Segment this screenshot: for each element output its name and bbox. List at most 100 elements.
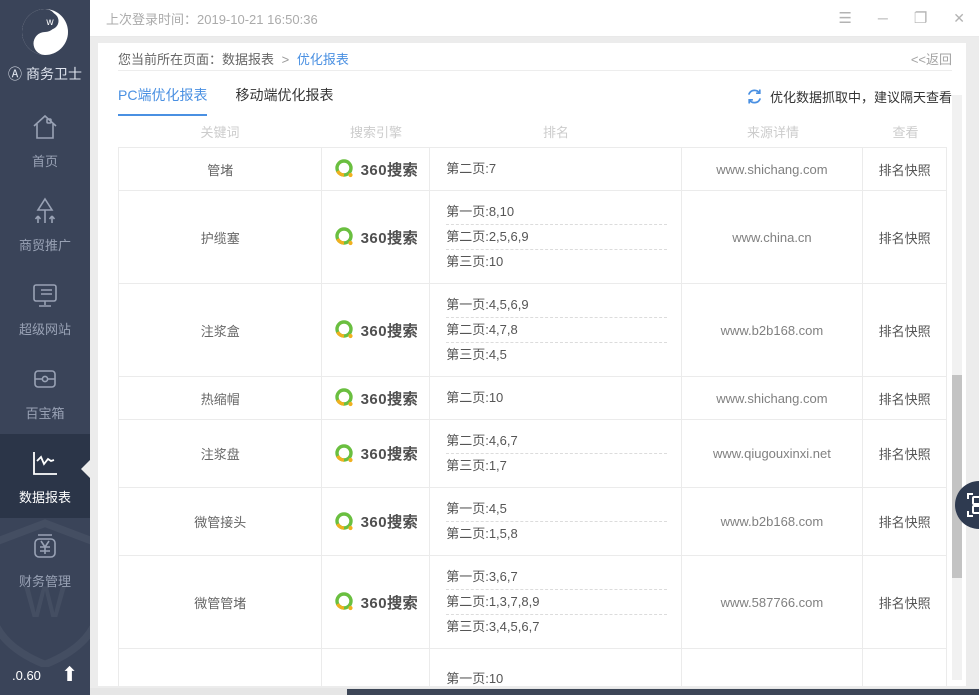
rank-cell: 第一页:4,5第二页:1,5,8 — [430, 488, 681, 555]
source-cell — [682, 649, 864, 686]
engine-name: 360搜索 — [361, 511, 419, 532]
source-link[interactable]: www.b2b168.com — [721, 323, 824, 338]
view-cell: 排名快照 — [863, 420, 946, 487]
table-row: 护缆塞 360搜索 第一页:8,10第二页:2,5,6,9第三页:10 www.… — [118, 191, 947, 284]
keyword-cell: 护缆塞 — [119, 191, 322, 283]
rank-snapshot-link[interactable]: 排名快照 — [879, 160, 931, 179]
back-link[interactable]: <<返回 — [911, 49, 952, 68]
sidebar-item-data-report[interactable]: 数据报表 — [0, 434, 90, 518]
rank-cell: 第二页:7 — [430, 148, 681, 190]
rank-snapshot-link[interactable]: 排名快照 — [879, 321, 931, 340]
view-cell: 排名快照 — [863, 377, 946, 419]
header-keyword: 关键词 — [118, 122, 322, 141]
source-link[interactable]: www.qiugouxinxi.net — [713, 446, 831, 461]
source-link[interactable]: www.shichang.com — [716, 162, 827, 177]
table-row: 注浆盘 360搜索 第二页:4,6,7第三页:1,7 www.qiugouxin… — [118, 420, 947, 488]
toolbox-icon — [30, 364, 60, 394]
rank-line: 第一页:4,5,6,9 — [446, 293, 666, 318]
table-header-row: 关键词 搜索引擎 排名 来源详情 查看 — [118, 115, 947, 147]
source-link[interactable]: www.587766.com — [721, 595, 824, 610]
rank-cell: 第一页:8,10第二页:2,5,6,9第三页:10 — [430, 191, 681, 283]
rank-cell: 第二页:4,6,7第三页:1,7 — [430, 420, 681, 487]
brand-badge-icon: Ⓐ — [8, 64, 22, 84]
header-view: 查看 — [864, 122, 947, 141]
horizontal-scrollbar-thumb[interactable] — [347, 689, 979, 695]
source-link[interactable]: www.china.cn — [732, 230, 811, 245]
vertical-scrollbar-thumb[interactable] — [952, 375, 962, 578]
header-engine: 搜索引擎 — [322, 122, 430, 141]
rank-cell: 第一页:10 — [430, 649, 681, 686]
tab-mobile-report[interactable]: 移动端优化报表 — [235, 85, 333, 116]
rank-line: 第三页:1,7 — [446, 454, 666, 478]
table-body: 管堵 360搜索 第二页:7 www.shichang.com 排名快照 护缆塞 — [118, 147, 947, 686]
table-row: 注浆盒 360搜索 第一页:4,5,6,9第二页:4,7,8第三页:4,5 ww… — [118, 284, 947, 377]
rank-line: 第二页:2,5,6,9 — [446, 225, 666, 250]
sidebar-item-toolbox[interactable]: 百宝箱 — [0, 350, 90, 434]
sidebar-item-label: 数据报表 — [19, 487, 71, 506]
promotion-arrows-icon — [30, 196, 60, 226]
last-login-label: 上次登录时间：2019-10-21 16:50:36 — [106, 9, 318, 28]
crawl-notice: 优化数据抓取中，建议隔天查看 — [746, 85, 952, 106]
window-minimize-icon[interactable]: ─ — [878, 11, 888, 25]
360-search-logo-icon — [334, 511, 356, 533]
rank-snapshot-link[interactable]: 排名快照 — [879, 228, 931, 247]
rank-line: 第二页:4,7,8 — [446, 318, 666, 343]
window-menu-icon[interactable]: ☰ — [838, 11, 851, 26]
view-cell: 排名快照 — [863, 488, 946, 555]
sidebar-item-label: 首页 — [32, 151, 58, 170]
keyword-cell: 热缩帽 — [119, 377, 322, 419]
sidebar-item-home[interactable]: 首页 — [0, 98, 90, 182]
sidebar-item-label: 超级网站 — [19, 319, 71, 338]
breadcrumb: 您当前所在页面：数据报表 > 优化报表 — [118, 49, 349, 68]
rank-snapshot-link[interactable]: 排名快照 — [879, 389, 931, 408]
source-cell: www.china.cn — [682, 191, 864, 283]
version-label: .0.60 — [12, 668, 41, 683]
brand-name: 商务卫士 — [26, 64, 82, 84]
source-cell: www.b2b168.com — [682, 488, 864, 555]
source-cell: www.shichang.com — [682, 377, 864, 419]
title-bar: 上次登录时间：2019-10-21 16:50:36 ☰ ─ ❐ ✕ — [90, 0, 979, 37]
brand: Ⓐ 商务卫士 — [8, 64, 82, 84]
table-row: 管堵 360搜索 第二页:7 www.shichang.com 排名快照 — [118, 147, 947, 191]
shield-watermark-icon: w — [0, 517, 90, 667]
rank-snapshot-link[interactable]: 排名快照 — [879, 444, 931, 463]
refresh-icon — [746, 88, 763, 105]
source-link[interactable]: www.b2b168.com — [721, 514, 824, 529]
tab-pc-report[interactable]: PC端优化报表 — [118, 85, 207, 116]
rank-line: 第一页:4,5 — [446, 497, 666, 522]
table-row: 第一页:10 — [118, 649, 947, 686]
horizontal-scrollbar[interactable] — [90, 688, 979, 695]
table-row: 热缩帽 360搜索 第二页:10 www.shichang.com 排名快照 — [118, 377, 947, 420]
view-cell: 排名快照 — [863, 191, 946, 283]
360-search-logo-icon — [334, 226, 356, 248]
engine-name: 360搜索 — [361, 159, 419, 180]
window-close-icon[interactable]: ✕ — [953, 11, 965, 25]
rank-snapshot-link[interactable]: 排名快照 — [879, 593, 931, 612]
upgrade-arrow-icon[interactable]: ⬆ — [61, 665, 78, 685]
chart-icon — [30, 448, 60, 478]
source-link[interactable]: www.shichang.com — [716, 391, 827, 406]
360-search-logo-icon — [334, 443, 356, 465]
keyword-cell: 注浆盘 — [119, 420, 322, 487]
360-search-logo-icon — [334, 591, 356, 613]
breadcrumb-current-link[interactable]: 优化报表 — [297, 52, 349, 67]
view-cell: 排名快照 — [863, 284, 946, 376]
sidebar-item-promotion[interactable]: 商贸推广 — [0, 182, 90, 266]
breadcrumb-prefix: 您当前所在页面：数据报表 — [118, 52, 274, 67]
home-icon — [30, 112, 60, 142]
vertical-scrollbar[interactable] — [952, 95, 962, 680]
view-cell: 排名快照 — [863, 148, 946, 190]
main-panel: 您当前所在页面：数据报表 > 优化报表 <<返回 PC端优化报表 移动端优化报表… — [98, 43, 966, 686]
crawl-notice-text: 优化数据抓取中，建议隔天查看 — [770, 87, 952, 106]
view-cell: 排名快照 — [863, 556, 946, 648]
app-logo-icon: w — [21, 8, 69, 56]
keyword-cell: 微管管堵 — [119, 556, 322, 648]
window-maximize-icon[interactable]: ❐ — [914, 11, 927, 26]
rank-line: 第一页:3,6,7 — [446, 565, 666, 590]
rank-line: 第三页:4,5 — [446, 343, 666, 367]
rank-snapshot-link[interactable]: 排名快照 — [879, 512, 931, 531]
header-source: 来源详情 — [682, 122, 864, 141]
table-row: 微管接头 360搜索 第一页:4,5第二页:1,5,8 www.b2b168.c… — [118, 488, 947, 556]
sidebar-item-website[interactable]: 超级网站 — [0, 266, 90, 350]
sidebar: w Ⓐ 商务卫士 首页 商贸推广 超级网站 — [0, 0, 90, 695]
